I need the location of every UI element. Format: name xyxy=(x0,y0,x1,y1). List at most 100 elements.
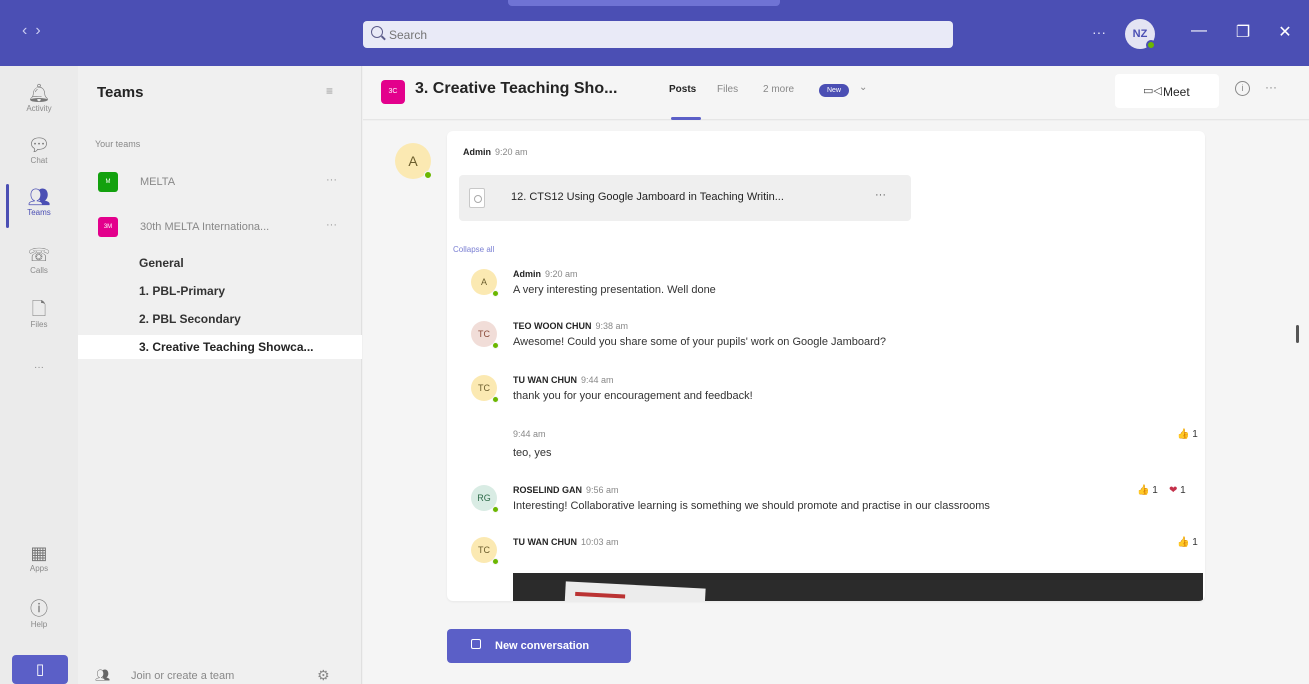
settings-more-icon[interactable]: ··· xyxy=(1092,24,1106,40)
help-icon: ⓘ xyxy=(30,599,48,619)
reaction-count: 1 xyxy=(1152,485,1158,496)
rail-label: Calls xyxy=(30,266,48,275)
presence-available-icon xyxy=(492,506,499,513)
image-content xyxy=(564,581,706,601)
rail-item-apps[interactable]: ▦ Apps xyxy=(0,542,78,573)
maximize-button[interactable]: ❐ xyxy=(1228,22,1258,42)
reply-text: A very interesting presentation. Well do… xyxy=(513,284,716,296)
shared-image[interactable] xyxy=(513,573,1203,601)
rail-item-calls[interactable]: ☏ Calls xyxy=(0,244,78,275)
reaction-like[interactable]: 👍 1 xyxy=(1137,485,1158,496)
search-icon xyxy=(371,26,383,38)
new-conversation-label: New conversation xyxy=(495,640,590,652)
channel-general[interactable]: General xyxy=(78,251,362,275)
channel-title: 3. Creative Teaching Sho... xyxy=(415,80,618,97)
avatar[interactable]: TC xyxy=(471,321,499,349)
post-meta: Admin 9:20 am xyxy=(463,147,528,157)
presence-available-icon xyxy=(492,290,499,297)
reply-time: 9:44 am xyxy=(513,429,546,439)
reply-meta: 9:44 am xyxy=(513,429,546,439)
history-nav[interactable]: ‹› xyxy=(22,22,49,40)
rail-item-activity[interactable]: 🔔︎ Activity xyxy=(0,82,78,113)
more-options-icon[interactable]: ··· xyxy=(326,219,337,231)
rail-label: Activity xyxy=(26,104,52,113)
phone-icon: ☏ xyxy=(27,245,51,265)
reply-text: Interesting! Collaborative learning is s… xyxy=(513,500,990,512)
scrollbar-thumb[interactable] xyxy=(1296,325,1299,343)
more-options-icon[interactable]: ··· xyxy=(1265,80,1277,94)
more-options-icon[interactable]: ··· xyxy=(326,174,337,186)
avatar-initials: A xyxy=(480,277,487,287)
search-input[interactable] xyxy=(389,25,929,44)
reaction-heart[interactable]: ❤ 1 xyxy=(1169,485,1186,496)
reply-text: thank you for your encouragement and fee… xyxy=(513,390,753,402)
panel-title: Teams xyxy=(97,84,144,101)
tab-posts[interactable]: Posts xyxy=(669,84,696,95)
presence-available-icon xyxy=(1146,40,1156,50)
tab-files[interactable]: Files xyxy=(717,84,738,95)
reaction-count: 1 xyxy=(1180,485,1186,496)
reply-time: 10:03 am xyxy=(581,537,619,547)
title-bar: ‹› ··· NZ — ❐ ✕ xyxy=(0,0,1309,66)
reply-time: 9:20 am xyxy=(545,269,578,279)
tab-more[interactable]: 2 more xyxy=(763,84,794,95)
file-attachment[interactable]: 12. CTS12 Using Google Jamboard in Teach… xyxy=(459,175,911,221)
heart-icon: ❤ xyxy=(1169,485,1178,496)
avatar[interactable]: TC xyxy=(471,375,499,403)
chevron-down-icon[interactable]: ⌄ xyxy=(859,82,867,93)
avatar[interactable]: RG xyxy=(471,485,499,513)
search-box[interactable] xyxy=(363,21,953,48)
gear-icon[interactable]: ⚙ xyxy=(317,667,330,684)
profile-avatar[interactable]: NZ xyxy=(1125,19,1156,50)
rail-more[interactable]: ··· xyxy=(0,362,78,373)
conversation-area: A Admin 9:20 am 12. CTS12 Using Google Ja… xyxy=(363,121,1309,684)
info-icon[interactable]: i xyxy=(1235,81,1250,96)
forward-icon[interactable]: › xyxy=(35,22,48,39)
join-team-icon: 👥︎ xyxy=(95,668,111,682)
reply-time: 9:38 am xyxy=(595,321,629,331)
teams-icon: 👥︎ xyxy=(27,187,51,207)
rail-item-help[interactable]: ⓘ Help xyxy=(0,598,78,629)
avatar[interactable]: A xyxy=(395,143,432,179)
channel-creative-teaching[interactable]: 3. Creative Teaching Showca... xyxy=(78,335,362,359)
new-badge: New xyxy=(819,84,849,97)
rail-label: Chat xyxy=(30,156,48,165)
reply-author: Admin xyxy=(513,269,541,279)
channel-pbl-primary[interactable]: 1. PBL-Primary xyxy=(78,279,362,303)
team-tile: 3M xyxy=(98,217,118,237)
reply-author: TEO WOON CHUN xyxy=(513,321,592,331)
collapse-all-link[interactable]: Collapse all xyxy=(453,245,494,254)
channel-pbl-secondary[interactable]: 2. PBL Secondary xyxy=(78,307,362,331)
reaction-like[interactable]: 👍 1 xyxy=(1177,537,1198,548)
rail-item-files[interactable]: 🗋 Files xyxy=(0,298,78,329)
reply-author: TU WAN CHUN xyxy=(513,375,577,385)
new-conversation-button[interactable]: New conversation xyxy=(447,629,631,663)
reaction-like[interactable]: 👍 1 xyxy=(1177,429,1198,440)
team-tile: M xyxy=(98,172,118,192)
post-card: Admin 9:20 am 12. CTS12 Using Google Jamb… xyxy=(447,131,1205,601)
more-options-icon[interactable]: ··· xyxy=(875,189,886,201)
video-camera-icon: ▭◁ xyxy=(1143,85,1162,97)
reply-text: Awesome! Could you share some of your pu… xyxy=(513,336,887,348)
avatar-initials: A xyxy=(408,153,418,169)
filter-icon[interactable]: ≡ xyxy=(326,84,338,98)
rail-item-chat[interactable]: 💬︎ Chat xyxy=(0,134,78,165)
meet-button[interactable]: ▭◁ Meet xyxy=(1115,74,1219,108)
store-button[interactable]: ▯ xyxy=(12,655,68,684)
reply-text: teo, yes xyxy=(513,447,552,459)
thumbs-up-icon: 👍 xyxy=(1177,537,1190,548)
avatar[interactable]: TC xyxy=(471,537,499,565)
avatar[interactable]: A xyxy=(471,269,499,297)
file-icon xyxy=(469,188,485,208)
avatar-initials: NZ xyxy=(1132,28,1148,40)
thumbs-up-icon: 👍 xyxy=(1177,429,1190,440)
reply-meta: TU WAN CHUN 9:44 am xyxy=(513,375,614,385)
avatar-initials: TC xyxy=(478,383,490,393)
close-button[interactable]: ✕ xyxy=(1270,22,1300,42)
rail-item-teams[interactable]: 👥︎ Teams xyxy=(0,186,78,217)
teams-panel: Teams ≡ Your teams M MELTA ··· 3M 30th M… xyxy=(78,66,362,684)
compose-icon xyxy=(471,639,481,649)
bell-icon: 🔔︎ xyxy=(27,83,51,103)
back-icon[interactable]: ‹ xyxy=(22,22,35,39)
minimize-button[interactable]: — xyxy=(1184,22,1214,40)
